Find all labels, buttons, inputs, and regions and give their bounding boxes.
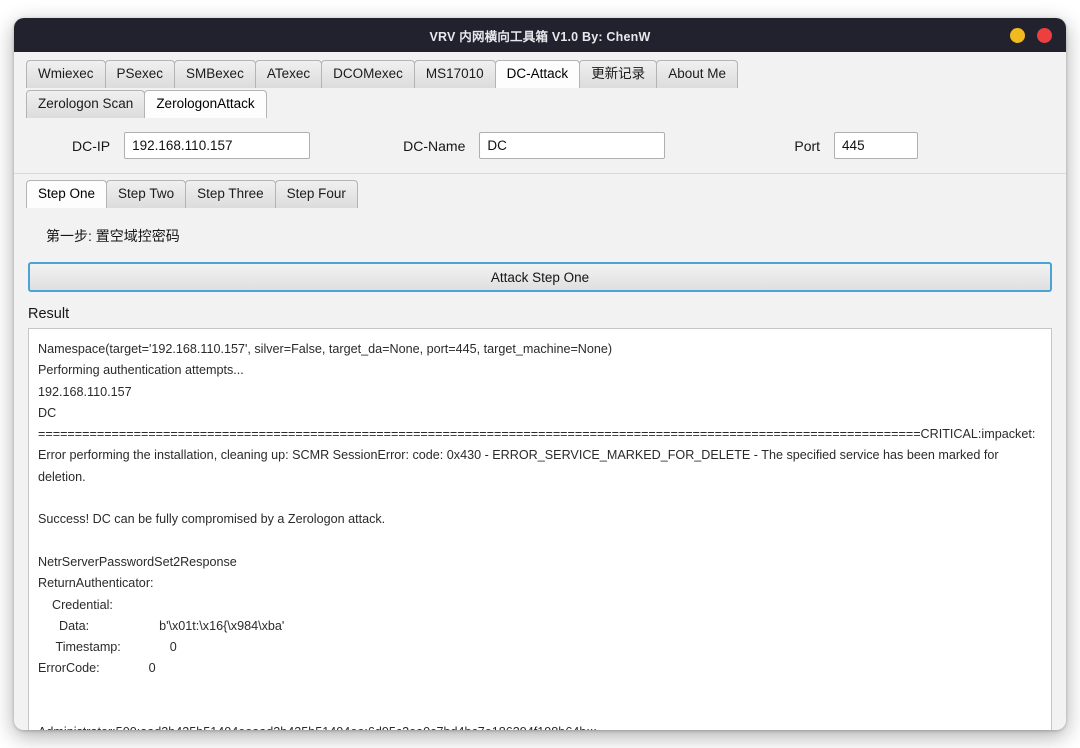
result-output-box[interactable]: Namespace(target='192.168.110.157', silv… bbox=[28, 328, 1052, 730]
attack-step-one-button[interactable]: Attack Step One bbox=[28, 262, 1052, 292]
window-title: VRV 内网横向工具箱 V1.0 By: ChenW bbox=[430, 26, 651, 45]
tab-zerologon-attack[interactable]: ZerologonAttack bbox=[144, 90, 266, 118]
tab-ms17010[interactable]: MS17010 bbox=[414, 60, 496, 88]
dcname-input[interactable] bbox=[479, 132, 665, 159]
tab-update-log[interactable]: 更新记录 bbox=[579, 60, 657, 88]
tab-atexec[interactable]: ATexec bbox=[255, 60, 322, 88]
tab-step-four[interactable]: Step Four bbox=[275, 180, 358, 208]
step-area: Step One Step Two Step Three Step Four 第… bbox=[14, 174, 1066, 730]
application-window: VRV 内网横向工具箱 V1.0 By: ChenW Wmiexec PSexe… bbox=[14, 18, 1066, 730]
tab-step-two[interactable]: Step Two bbox=[106, 180, 186, 208]
minimize-circle-icon[interactable] bbox=[1010, 28, 1025, 43]
sub-tabstrip: Zerologon Scan ZerologonAttack bbox=[14, 90, 1066, 118]
dcip-input[interactable] bbox=[124, 132, 310, 159]
tab-zerologon-scan[interactable]: Zerologon Scan bbox=[26, 90, 145, 118]
tab-about-me[interactable]: About Me bbox=[656, 60, 738, 88]
connection-form: DC-IP DC-Name Port bbox=[14, 118, 1066, 174]
result-output-text: Namespace(target='192.168.110.157', silv… bbox=[29, 329, 1051, 730]
step-one-panel: 第一步: 置空域控密码 Attack Step One Result Names… bbox=[14, 208, 1066, 730]
tab-dc-attack[interactable]: DC-Attack bbox=[495, 60, 581, 88]
close-circle-icon[interactable] bbox=[1037, 28, 1052, 43]
main-tabstrip: Wmiexec PSexec SMBexec ATexec DCOMexec M… bbox=[14, 60, 1066, 88]
port-input[interactable] bbox=[834, 132, 918, 159]
window-body: Wmiexec PSexec SMBexec ATexec DCOMexec M… bbox=[14, 52, 1066, 730]
step-heading: 第一步: 置空域控密码 bbox=[46, 226, 1052, 246]
tab-smbexec[interactable]: SMBexec bbox=[174, 60, 256, 88]
tab-step-one[interactable]: Step One bbox=[26, 180, 107, 208]
tab-psexec[interactable]: PSexec bbox=[105, 60, 176, 88]
tab-step-three[interactable]: Step Three bbox=[185, 180, 276, 208]
window-controls bbox=[1010, 18, 1052, 52]
title-bar: VRV 内网横向工具箱 V1.0 By: ChenW bbox=[14, 18, 1066, 52]
step-tabstrip: Step One Step Two Step Three Step Four bbox=[14, 180, 1066, 208]
tab-dcomexec[interactable]: DCOMexec bbox=[321, 60, 415, 88]
tab-wmiexec[interactable]: Wmiexec bbox=[26, 60, 106, 88]
dcname-label: DC-Name bbox=[403, 138, 465, 154]
result-label: Result bbox=[28, 306, 1052, 322]
dcip-label: DC-IP bbox=[72, 138, 110, 154]
port-label: Port bbox=[794, 138, 820, 154]
